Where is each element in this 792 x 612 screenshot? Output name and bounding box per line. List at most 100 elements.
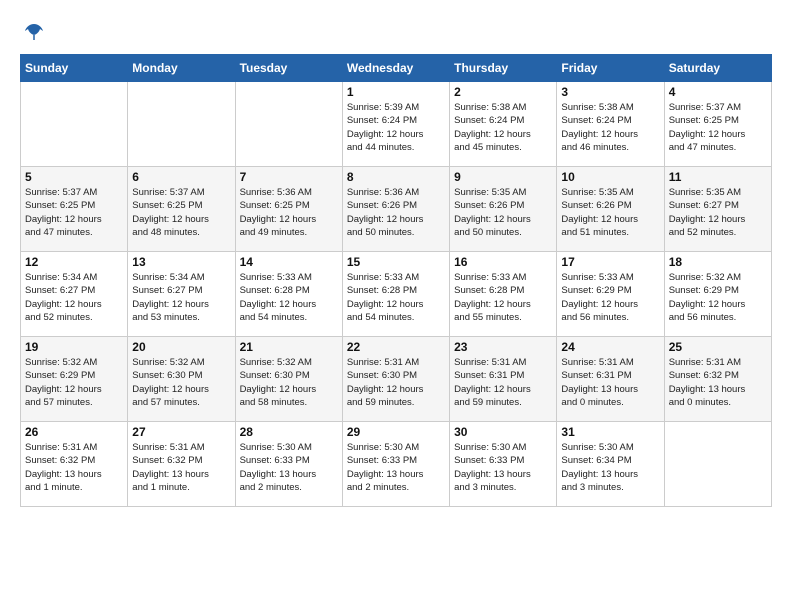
weekday-header-tuesday: Tuesday (235, 55, 342, 82)
day-number: 30 (454, 425, 552, 439)
day-number: 29 (347, 425, 445, 439)
calendar-cell (21, 82, 128, 167)
day-info: Sunrise: 5:35 AM Sunset: 6:26 PM Dayligh… (561, 186, 659, 239)
day-info: Sunrise: 5:32 AM Sunset: 6:29 PM Dayligh… (669, 271, 767, 324)
calendar-week-row: 5 Sunrise: 5:37 AM Sunset: 6:25 PM Daylig… (21, 167, 772, 252)
calendar-cell (128, 82, 235, 167)
day-info: Sunrise: 5:35 AM Sunset: 6:26 PM Dayligh… (454, 186, 552, 239)
calendar-cell: 9 Sunrise: 5:35 AM Sunset: 6:26 PM Daylig… (450, 167, 557, 252)
day-info: Sunrise: 5:35 AM Sunset: 6:27 PM Dayligh… (669, 186, 767, 239)
calendar-cell: 17 Sunrise: 5:33 AM Sunset: 6:29 PM Dayli… (557, 252, 664, 337)
day-number: 9 (454, 170, 552, 184)
calendar-cell: 21Sunrise: 5:32 AM Sunset: 6:30 PM Dayli… (235, 337, 342, 422)
calendar-cell: 31 Sunrise: 5:30 AM Sunset: 6:34 PM Dayli… (557, 422, 664, 507)
calendar-cell: 2 Sunrise: 5:38 AM Sunset: 6:24 PM Daylig… (450, 82, 557, 167)
day-number: 2 (454, 85, 552, 99)
day-number: 1 (347, 85, 445, 99)
calendar-cell: 12 Sunrise: 5:34 AM Sunset: 6:27 PM Dayli… (21, 252, 128, 337)
day-number: 3 (561, 85, 659, 99)
weekday-header-thursday: Thursday (450, 55, 557, 82)
day-number: 25 (669, 340, 767, 354)
day-info: Sunrise: 5:30 AM Sunset: 6:33 PM Dayligh… (347, 441, 445, 494)
day-info: Sunrise: 5:36 AM Sunset: 6:25 PM Dayligh… (240, 186, 338, 239)
weekday-header-monday: Monday (128, 55, 235, 82)
calendar-week-row: 1 Sunrise: 5:39 AM Sunset: 6:24 PM Daylig… (21, 82, 772, 167)
calendar-cell: 1 Sunrise: 5:39 AM Sunset: 6:24 PM Daylig… (342, 82, 449, 167)
header (20, 20, 772, 44)
day-number: 23 (454, 340, 552, 354)
calendar-week-row: 26 Sunrise: 5:31 AM Sunset: 6:32 PM Dayli… (21, 422, 772, 507)
calendar-cell: 6Sunrise: 5:37 AM Sunset: 6:25 PM Daylig… (128, 167, 235, 252)
day-info: Sunrise: 5:31 AM Sunset: 6:32 PM Dayligh… (669, 356, 767, 409)
day-number: 26 (25, 425, 123, 439)
calendar-cell (664, 422, 771, 507)
calendar-cell: 7 Sunrise: 5:36 AM Sunset: 6:25 PM Daylig… (235, 167, 342, 252)
day-number: 10 (561, 170, 659, 184)
logo-bird-icon (22, 20, 46, 44)
calendar-cell: 24 Sunrise: 5:31 AM Sunset: 6:31 PM Dayli… (557, 337, 664, 422)
day-number: 7 (240, 170, 338, 184)
day-info: Sunrise: 5:36 AM Sunset: 6:26 PM Dayligh… (347, 186, 445, 239)
calendar-cell: 19 Sunrise: 5:32 AM Sunset: 6:29 PM Dayli… (21, 337, 128, 422)
day-number: 17 (561, 255, 659, 269)
weekday-header-friday: Friday (557, 55, 664, 82)
weekday-header-wednesday: Wednesday (342, 55, 449, 82)
calendar-cell: 8 Sunrise: 5:36 AM Sunset: 6:26 PM Daylig… (342, 167, 449, 252)
day-info: Sunrise: 5:32 AM Sunset: 6:29 PM Dayligh… (25, 356, 123, 409)
day-number: 24 (561, 340, 659, 354)
day-info: Sunrise: 5:37 AM Sunset: 6:25 PM Dayligh… (25, 186, 123, 239)
day-info: Sunrise: 5:33 AM Sunset: 6:28 PM Dayligh… (454, 271, 552, 324)
calendar-cell: 20 Sunrise: 5:32 AM Sunset: 6:30 PM Dayli… (128, 337, 235, 422)
weekday-header-sunday: Sunday (21, 55, 128, 82)
calendar-cell: 30 Sunrise: 5:30 AM Sunset: 6:33 PM Dayli… (450, 422, 557, 507)
calendar-cell: 26 Sunrise: 5:31 AM Sunset: 6:32 PM Dayli… (21, 422, 128, 507)
day-number: 16 (454, 255, 552, 269)
day-info: Sunrise: 5:38 AM Sunset: 6:24 PM Dayligh… (454, 101, 552, 154)
calendar-cell: 28Sunrise: 5:30 AM Sunset: 6:33 PM Dayli… (235, 422, 342, 507)
day-info: Sunrise: 5:32 AM Sunset: 6:30 PM Dayligh… (132, 356, 230, 409)
calendar-cell: 15Sunrise: 5:33 AM Sunset: 6:28 PM Dayli… (342, 252, 449, 337)
day-number: 19 (25, 340, 123, 354)
day-info: Sunrise: 5:39 AM Sunset: 6:24 PM Dayligh… (347, 101, 445, 154)
calendar-cell: 29 Sunrise: 5:30 AM Sunset: 6:33 PM Dayli… (342, 422, 449, 507)
day-info: Sunrise: 5:38 AM Sunset: 6:24 PM Dayligh… (561, 101, 659, 154)
calendar-cell: 18Sunrise: 5:32 AM Sunset: 6:29 PM Dayli… (664, 252, 771, 337)
day-info: Sunrise: 5:33 AM Sunset: 6:28 PM Dayligh… (347, 271, 445, 324)
calendar-cell: 25 Sunrise: 5:31 AM Sunset: 6:32 PM Dayli… (664, 337, 771, 422)
day-info: Sunrise: 5:37 AM Sunset: 6:25 PM Dayligh… (669, 101, 767, 154)
weekday-header-row: SundayMondayTuesdayWednesdayThursdayFrid… (21, 55, 772, 82)
day-number: 5 (25, 170, 123, 184)
day-info: Sunrise: 5:34 AM Sunset: 6:27 PM Dayligh… (132, 271, 230, 324)
calendar-cell: 23 Sunrise: 5:31 AM Sunset: 6:31 PM Dayli… (450, 337, 557, 422)
day-info: Sunrise: 5:31 AM Sunset: 6:31 PM Dayligh… (561, 356, 659, 409)
day-number: 14 (240, 255, 338, 269)
day-info: Sunrise: 5:30 AM Sunset: 6:34 PM Dayligh… (561, 441, 659, 494)
day-number: 6 (132, 170, 230, 184)
day-number: 13 (132, 255, 230, 269)
day-number: 21 (240, 340, 338, 354)
calendar-week-row: 19 Sunrise: 5:32 AM Sunset: 6:29 PM Dayli… (21, 337, 772, 422)
day-number: 12 (25, 255, 123, 269)
day-info: Sunrise: 5:31 AM Sunset: 6:32 PM Dayligh… (25, 441, 123, 494)
calendar-cell: 22 Sunrise: 5:31 AM Sunset: 6:30 PM Dayli… (342, 337, 449, 422)
day-info: Sunrise: 5:33 AM Sunset: 6:29 PM Dayligh… (561, 271, 659, 324)
day-number: 22 (347, 340, 445, 354)
day-number: 31 (561, 425, 659, 439)
day-info: Sunrise: 5:30 AM Sunset: 6:33 PM Dayligh… (240, 441, 338, 494)
day-info: Sunrise: 5:31 AM Sunset: 6:32 PM Dayligh… (132, 441, 230, 494)
calendar-cell: 3 Sunrise: 5:38 AM Sunset: 6:24 PM Daylig… (557, 82, 664, 167)
day-info: Sunrise: 5:31 AM Sunset: 6:30 PM Dayligh… (347, 356, 445, 409)
calendar-table: SundayMondayTuesdayWednesdayThursdayFrid… (20, 54, 772, 507)
calendar-cell (235, 82, 342, 167)
calendar-cell: 16 Sunrise: 5:33 AM Sunset: 6:28 PM Dayli… (450, 252, 557, 337)
day-info: Sunrise: 5:30 AM Sunset: 6:33 PM Dayligh… (454, 441, 552, 494)
day-number: 8 (347, 170, 445, 184)
day-info: Sunrise: 5:31 AM Sunset: 6:31 PM Dayligh… (454, 356, 552, 409)
day-number: 20 (132, 340, 230, 354)
weekday-header-saturday: Saturday (664, 55, 771, 82)
day-info: Sunrise: 5:34 AM Sunset: 6:27 PM Dayligh… (25, 271, 123, 324)
calendar-cell: 10 Sunrise: 5:35 AM Sunset: 6:26 PM Dayli… (557, 167, 664, 252)
day-info: Sunrise: 5:33 AM Sunset: 6:28 PM Dayligh… (240, 271, 338, 324)
calendar-cell: 11Sunrise: 5:35 AM Sunset: 6:27 PM Dayli… (664, 167, 771, 252)
day-number: 27 (132, 425, 230, 439)
